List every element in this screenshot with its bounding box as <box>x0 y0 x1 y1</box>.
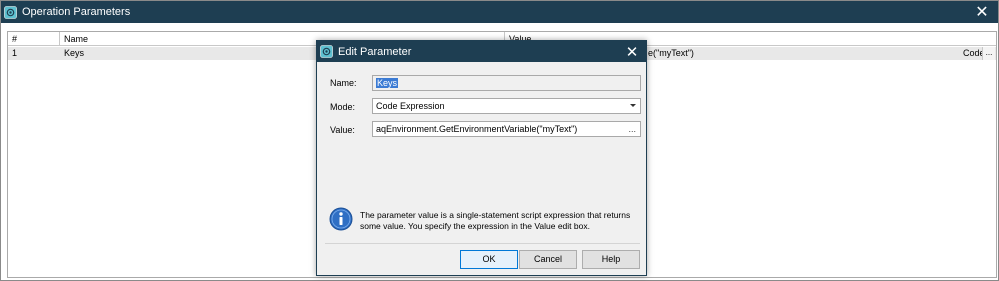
cancel-button[interactable]: Cancel <box>519 250 577 269</box>
mode-value: Code Expression <box>376 101 445 111</box>
ok-button[interactable]: OK <box>460 250 518 269</box>
info-message: The parameter value is a single-statemen… <box>329 207 641 237</box>
chevron-down-icon[interactable] <box>630 104 636 107</box>
edit-parameter-dialog: Edit Parameter ✕ Name: Keys Mode: Code E… <box>316 40 647 276</box>
app-icon <box>320 45 333 58</box>
row-name: Keys <box>64 48 85 58</box>
divider <box>325 243 640 244</box>
info-text: The parameter value is a single-statemen… <box>360 210 631 231</box>
value-label: Value: <box>330 125 355 135</box>
mode-label: Mode: <box>330 102 356 112</box>
name-value: Keys <box>376 78 399 88</box>
value-text: aqEnvironment.GetEnvironmentVariable("my… <box>376 124 578 134</box>
help-button[interactable]: Help <box>582 250 640 269</box>
close-icon[interactable]: ✕ <box>972 2 992 22</box>
row-mode: Code <box>963 48 985 58</box>
info-icon <box>329 207 353 231</box>
column-header-number[interactable]: # <box>8 32 60 46</box>
name-label: Name: <box>330 78 357 88</box>
dialog-close-icon[interactable]: ✕ <box>622 42 642 62</box>
row-ellipsis-button[interactable]: ... <box>982 47 995 60</box>
dialog-title-bar[interactable]: Edit Parameter ✕ <box>317 41 646 62</box>
value-ellipsis-button[interactable]: ... <box>628 122 636 136</box>
row-number: 1 <box>12 48 18 58</box>
window-title: Operation Parameters <box>22 6 131 18</box>
window-title-bar[interactable]: Operation Parameters ✕ <box>1 1 998 23</box>
dialog-title: Edit Parameter <box>338 45 412 58</box>
help-label: Help <box>601 254 621 264</box>
value-field[interactable]: aqEnvironment.GetEnvironmentVariable("my… <box>372 121 641 137</box>
mode-select[interactable]: Code Expression <box>372 98 641 114</box>
name-field[interactable]: Keys <box>372 75 641 91</box>
row-value: e("myText") <box>648 48 694 58</box>
app-icon <box>4 5 17 19</box>
